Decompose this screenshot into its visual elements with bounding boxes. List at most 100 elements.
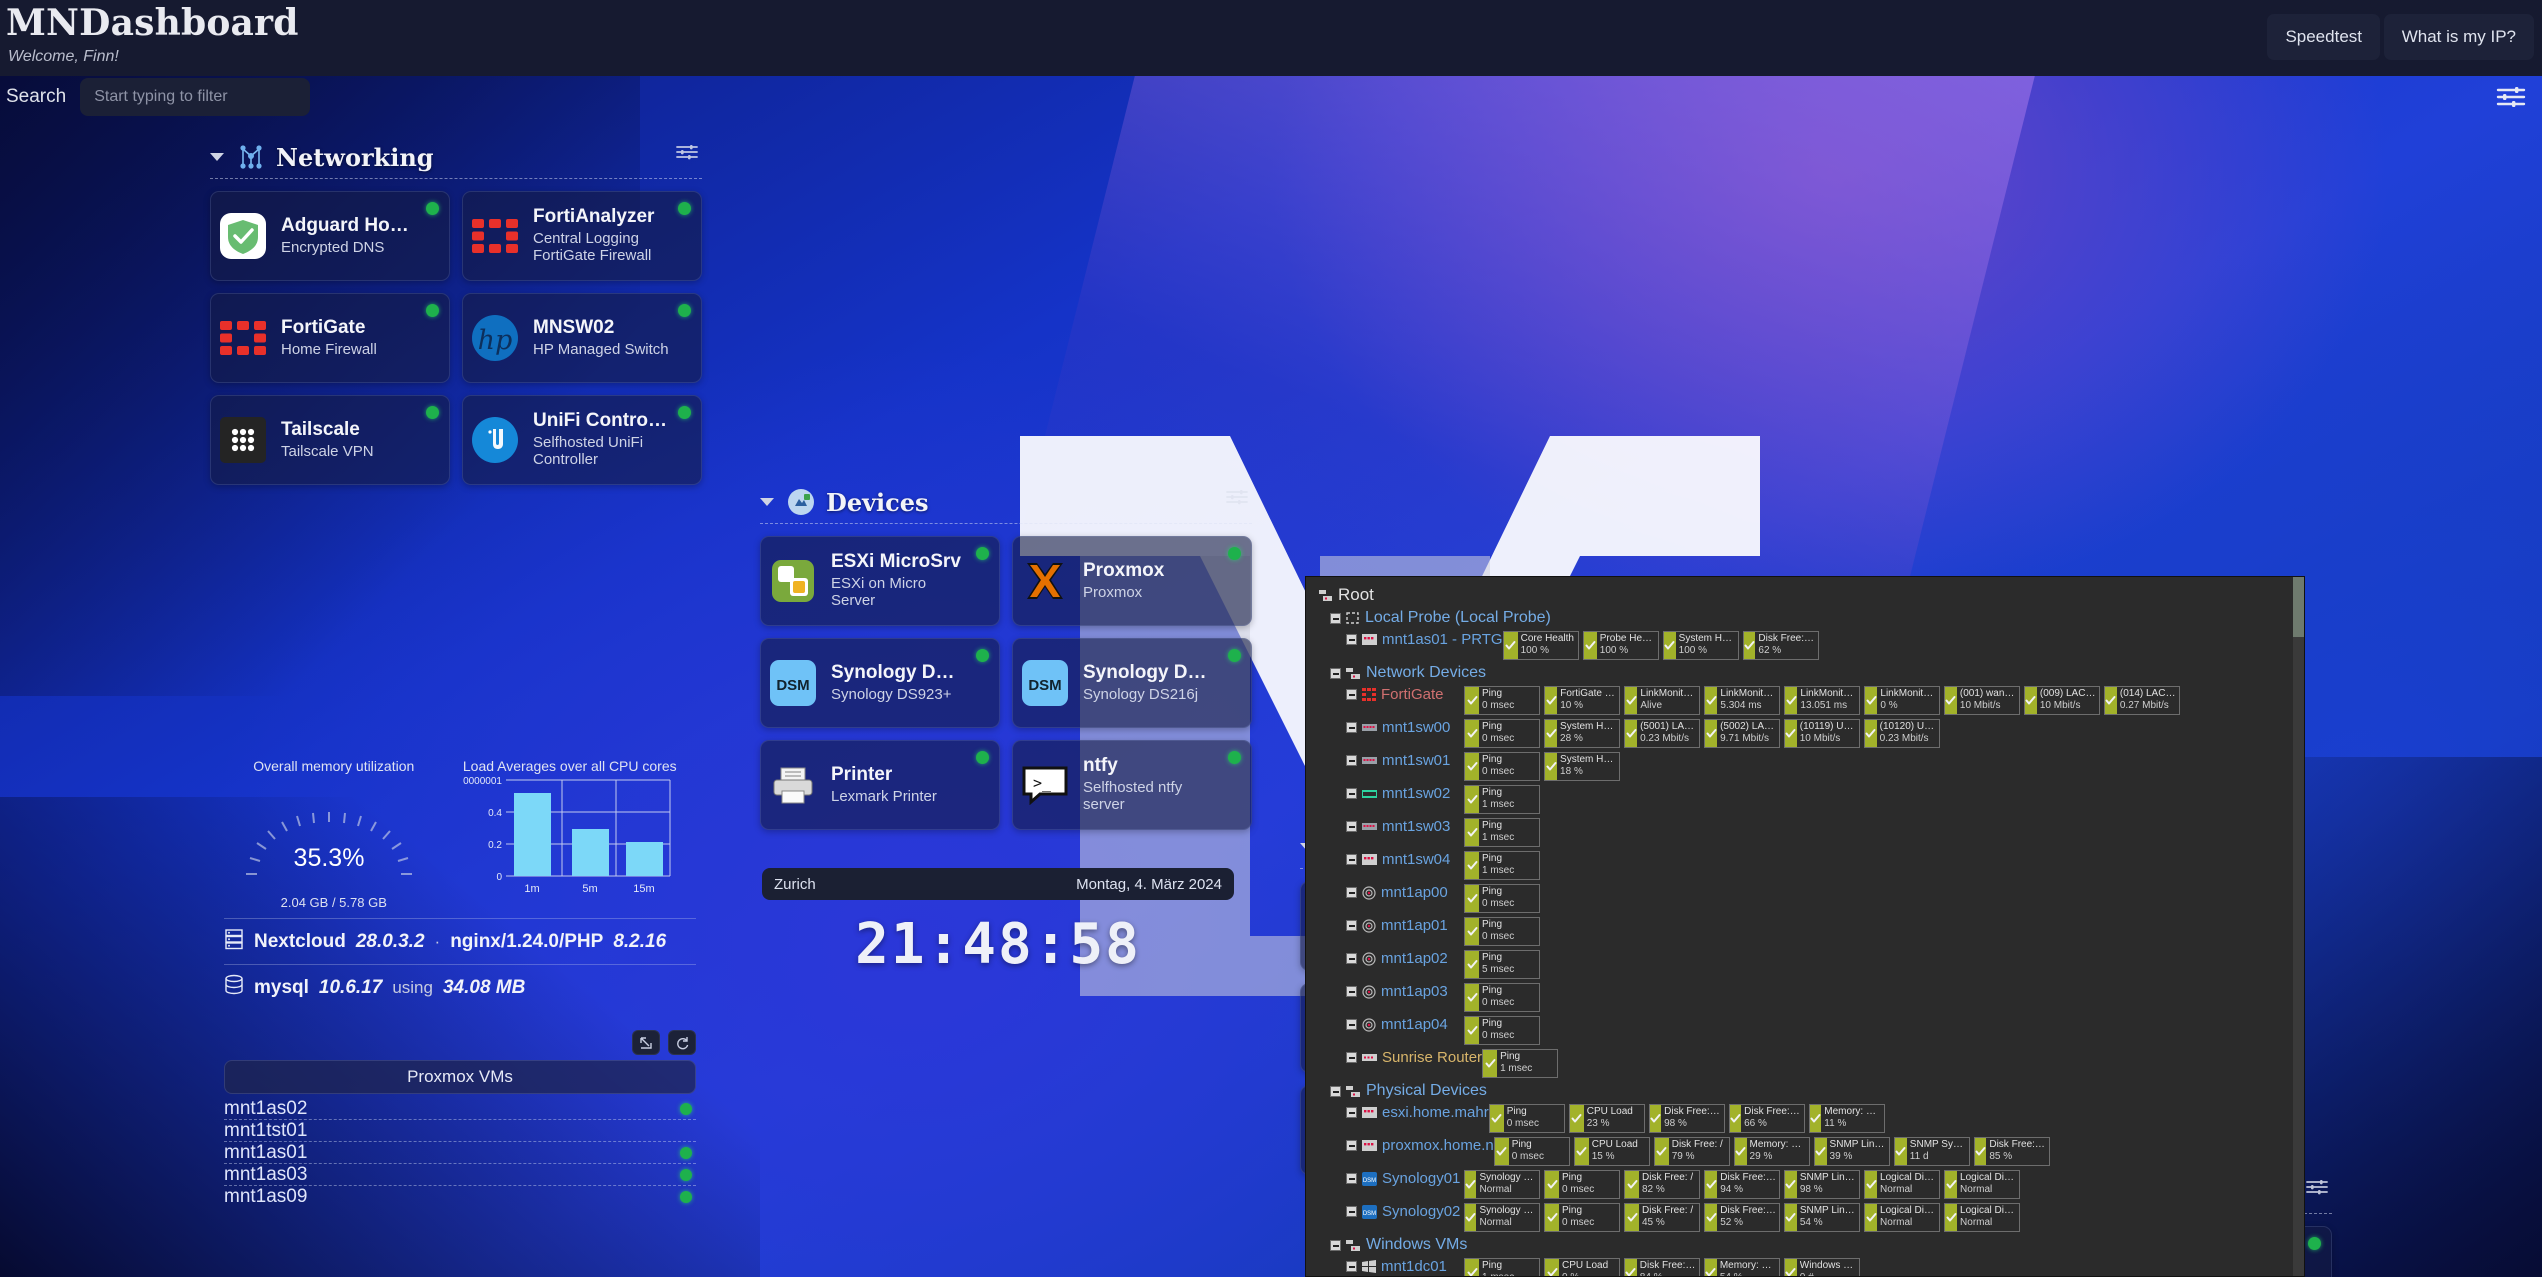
prtg-sensor[interactable]: Ping 1 msec [1464,1258,1540,1276]
prtg-expander-icon[interactable] [1330,612,1341,624]
prtg-tree-row[interactable]: Physical Devices [1314,1080,2300,1102]
search-input[interactable] [80,78,311,116]
prtg-expander-icon[interactable] [1346,788,1357,799]
prtg-sensor[interactable]: (5002) LACP...9.71 Mbit/s [1704,719,1780,748]
prtg-scrollbar[interactable] [2293,577,2304,1276]
prtg-sensor[interactable]: SNMP Linux ...39 % [1813,1137,1890,1166]
prtg-node-name[interactable]: Windows VMs [1366,1236,1467,1254]
prtg-sensor[interactable]: Ping 5 msec [1464,950,1540,979]
prtg-expander-icon[interactable] [1346,722,1357,733]
prtg-tree-row[interactable]: Sunrise Router Ping 1 msec [1314,1047,2300,1080]
prtg-sensor[interactable]: Windows Ser...0 # [1784,1258,1860,1276]
prtg-expander-icon[interactable] [1346,1019,1357,1030]
prtg-expander-icon[interactable] [1346,854,1357,865]
prtg-node-name[interactable]: mnt1ap04 [1381,1016,1448,1033]
list-item[interactable]: mnt1as02 [224,1098,696,1120]
service-card[interactable]: >_ ntfy Selfhosted ntfy server [1012,740,1252,830]
prtg-node-name[interactable]: mnt1sw03 [1382,818,1450,835]
prtg-sensor[interactable]: CPU Load 15 % [1573,1137,1650,1166]
service-card[interactable]: FortiAnalyzer Central Logging FortiGate … [462,191,702,281]
service-card[interactable]: Tailscale Tailscale VPN [210,395,450,485]
prtg-sensor[interactable]: Ping 1 msec [1482,1049,1559,1078]
prtg-live-monitoring-panel[interactable]: Root Local Probe (Local Probe) mnt1as01 - … [1305,576,2305,1277]
prtg-sensor[interactable]: Synology Sys...Normal [1464,1203,1540,1232]
prtg-node-name[interactable]: Synology01 [1382,1170,1460,1187]
section-settings-icon[interactable] [1226,489,1248,510]
prtg-sensor[interactable]: SNMP Syste...11 d [1893,1137,1970,1166]
speedtest-button[interactable]: Speedtest [2267,14,2380,60]
prtg-expander-icon[interactable] [1346,1140,1357,1151]
prtg-sensor[interactable]: Ping 1 msec [1464,785,1540,814]
list-item[interactable]: mnt1as09 [224,1186,696,1208]
prtg-tree-row[interactable]: esxi.home.mahr Ping 0 msec CPU Load 23 % Disk… [1314,1102,2300,1135]
prtg-node-name[interactable]: Physical Devices [1366,1082,1487,1100]
prtg-sensor[interactable]: Memory: Rea...11 % [1808,1104,1885,1133]
prtg-node-name[interactable]: esxi.home.mahr [1382,1104,1489,1121]
prtg-tree-row[interactable]: proxmox.home.n Ping 0 msec CPU Load 15 % Disk… [1314,1135,2300,1168]
prtg-sensor[interactable]: Memory: Phy...54 % [1704,1258,1780,1276]
prtg-sensor[interactable]: Disk Free: /45 % [1624,1203,1700,1232]
prtg-sensor[interactable]: (10119) UPL:...10 Mbit/s [1784,719,1860,748]
prtg-tree-row[interactable]: FortiGate Ping0 msec FortiGate Sy...10 % Li… [1314,684,2300,717]
prtg-sensor[interactable]: Ping 0 msec [1464,983,1540,1012]
service-card[interactable]: DSM Synology DS923+ Synology DS923+ [760,638,1000,728]
prtg-expander-icon[interactable] [1330,1239,1341,1251]
prtg-sensor[interactable]: LinkMonitor ...5.304 ms [1704,686,1780,715]
prtg-node-name[interactable]: mnt1sw04 [1382,851,1450,868]
prtg-node-name[interactable]: Local Probe (Local Probe) [1365,609,1551,627]
prtg-sensor[interactable]: Logical Disk:...Normal [1944,1170,2020,1199]
prtg-sensor[interactable]: (009) LACP_...10 Mbit/s [2024,686,2100,715]
prtg-node-name[interactable]: Root [1338,585,1374,605]
service-card[interactable]: Proxmox Proxmox [1012,536,1252,626]
prtg-sensor[interactable]: Ping 0 msec [1464,686,1540,715]
prtg-tree-row[interactable]: DSMSynology02Synology Sys...NormalPing0 … [1314,1201,2300,1234]
service-card[interactable]: Printer Lexmark Printer [760,740,1000,830]
prtg-expander-icon[interactable] [1330,667,1341,679]
prtg-sensor[interactable]: Disk Free: /79 % [1653,1137,1730,1166]
prtg-tree-row[interactable]: mnt1sw04 Ping 1 msec [1314,849,2300,882]
prtg-sensor[interactable]: (001) wan1 T...10 Mbit/s [1944,686,2020,715]
prtg-expander-icon[interactable] [1346,920,1357,931]
prtg-sensor[interactable]: (014) LACP_...0.27 Mbit/s [2104,686,2180,715]
prtg-sensor[interactable]: Disk Free: Da...66 % [1728,1104,1805,1133]
prtg-node-name[interactable]: mnt1sw00 [1382,719,1450,736]
prtg-sensor[interactable]: CPU Load 23 % [1568,1104,1645,1133]
prtg-sensor[interactable]: Disk Free: /m...85 % [1973,1137,2050,1166]
prtg-node-name[interactable]: proxmox.home.n [1382,1137,1494,1154]
prtg-tree-row[interactable]: mnt1ap02 Ping 5 msec [1314,948,2300,981]
prtg-sensor[interactable]: LinkMonitor ...Alive [1624,686,1700,715]
prtg-tree-row[interactable]: mnt1sw02 Ping 1 msec [1314,783,2300,816]
prtg-expander-icon[interactable] [1346,689,1357,700]
prtg-tree-row[interactable]: mnt1ap00 Ping 0 msec [1314,882,2300,915]
prtg-expander-icon[interactable] [1346,887,1357,898]
prtg-sensor[interactable]: LinkMonitor ...13.051 ms [1784,686,1860,715]
list-item[interactable]: mnt1as03 [224,1164,696,1186]
prtg-tree-row[interactable]: mnt1sw00 Ping0 msec System Heal...28 % (500… [1314,717,2300,750]
prtg-expander-icon[interactable] [1346,1107,1357,1118]
prtg-sensor[interactable]: FortiGate Sy...10 % [1544,686,1620,715]
prtg-sensor[interactable]: (10120) UPL:...0.23 Mbit/s [1864,719,1940,748]
prtg-sensor[interactable]: Ping 0 msec [1464,917,1540,946]
collapse-caret-icon[interactable] [760,498,774,506]
prtg-sensor[interactable]: Ping 1 msec [1464,818,1540,847]
refresh-icon[interactable] [668,1030,696,1055]
prtg-node-name[interactable]: Sunrise Router [1382,1049,1482,1066]
prtg-sensor[interactable]: Disk Free: C:...62 % [1742,631,1819,660]
prtg-expander-icon[interactable] [1346,1206,1357,1217]
global-settings-icon[interactable] [2496,86,2526,113]
prtg-tree-row[interactable]: mnt1ap04 Ping 0 msec [1314,1014,2300,1047]
prtg-node-name[interactable]: Synology02 [1382,1203,1460,1220]
prtg-node-name[interactable]: mnt1ap00 [1381,884,1448,901]
prtg-sensor[interactable]: Ping 0 msec [1544,1170,1620,1199]
prtg-sensor[interactable]: Disk Free: /v...52 % [1704,1203,1780,1232]
prtg-sensor[interactable]: Disk Free: Da...98 % [1648,1104,1725,1133]
prtg-tree-row[interactable]: Windows VMs [1314,1234,2300,1256]
prtg-sensor[interactable]: Probe Health 100 % [1582,631,1659,660]
prtg-sensor[interactable]: Synology Sys...Normal [1464,1170,1540,1199]
what-is-my-ip-button[interactable]: What is my IP? [2383,14,2534,60]
prtg-sensor[interactable]: (5001) LACP...0.23 Mbit/s [1624,719,1700,748]
prtg-expander-icon[interactable] [1346,634,1357,645]
prtg-expander-icon[interactable] [1346,755,1357,766]
prtg-expander-icon[interactable] [1330,1085,1341,1097]
prtg-expander-icon[interactable] [1346,986,1357,997]
